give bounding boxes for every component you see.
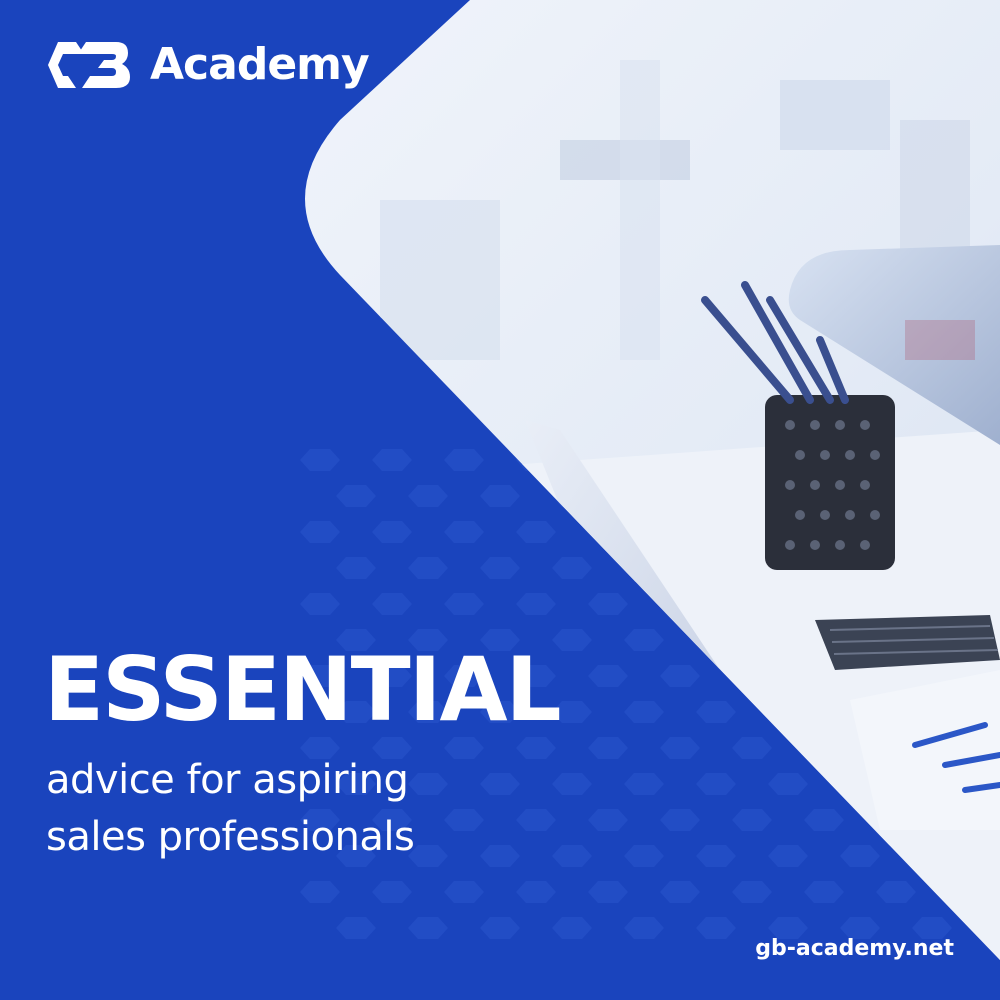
promo-banner: Academy ESSENTIAL advice for aspiring sa… — [0, 0, 1000, 1000]
brand-name: Academy — [150, 39, 370, 90]
gb-logo-icon — [48, 42, 130, 88]
subline-line-2: sales professionals — [46, 814, 415, 860]
brand[interactable]: Academy — [46, 38, 370, 92]
subline-line-1: advice for aspiring — [46, 757, 409, 803]
website-link[interactable]: gb-academy.net — [755, 934, 954, 964]
headline: ESSENTIAL — [44, 638, 562, 741]
